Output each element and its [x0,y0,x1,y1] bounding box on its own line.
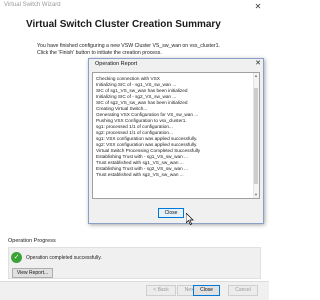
cancel-button[interactable]: Cancel [228,285,258,296]
log-line: Trust established with sg2_VS_sw_wan ... [96,172,184,177]
log-line: SIC of sg1_VS_sw_wan has been initialize… [96,88,188,93]
summary-line-1: You have finished configuring a new VSW … [37,43,220,49]
mouse-cursor-icon [186,213,194,225]
dialog-close-icon[interactable]: ✕ [253,59,263,68]
window-title: Virtual Switch Wizard [4,2,61,8]
operation-status-text: Operation completed successfully. [26,255,102,261]
log-line: SIC of sg2_VS_sw_wan has been initialize… [96,100,188,105]
back-button[interactable]: < Back [146,285,176,296]
log-line: sg1: VSX configuration was applied succe… [96,136,198,141]
log-line: Checking connection with VSX [96,76,160,81]
log-line: sg1: processed 1/1 of configuration... [96,124,173,129]
log-line: sg2: processed 1/1 of configuration... [96,130,173,135]
scroll-down-arrow-icon[interactable]: ▼ [253,192,259,198]
log-line: Pushing VSX Configuration to vsx_cluster… [96,118,187,123]
scroll-thumb[interactable] [254,88,258,184]
log-line: Initializing SIC of - sg1_VS_sw_wan ... [96,82,177,87]
close-button[interactable]: Close [193,285,220,296]
log-line: Creating Virtual Switch... [96,106,148,111]
log-line: Establishing Trust with - sg2_VS_sw_wan … [96,166,188,171]
log-line: sg2: VSX configuration was applied succe… [96,142,198,147]
wizard-window: Virtual Switch Wizard ✕ Virtual Switch C… [0,0,269,300]
operation-progress-label: Operation Progress [8,238,56,244]
title-bar: Virtual Switch Wizard ✕ [0,0,269,15]
log-line: Generating VSX Configuration for VS_sw_w… [96,112,199,117]
success-check-icon: ✓ [11,252,22,263]
log-line: Trust established with sg1_VS_sw_wan ... [96,160,184,165]
log-line: Virtual Switch Processing Completed Succ… [96,148,201,153]
dialog-close-button[interactable]: Close [158,208,184,218]
dialog-title: Operation Report [95,61,138,67]
view-report-button[interactable]: View Report... [12,268,53,278]
summary-line-2: Click the 'Finish' button to initiate th… [37,50,162,56]
log-line: Establishing Trust with - sg1_VS_sw_wan … [96,154,188,159]
page-title: Virtual Switch Cluster Creation Summary [26,19,221,30]
window-close-icon[interactable]: ✕ [252,2,264,12]
summary-description: You have finished configuring a new VSW … [37,43,267,57]
scroll-up-arrow-icon[interactable]: ▲ [253,73,259,79]
log-line: Initializing SIC of - sg2_VS_sw_wan ... [96,94,177,99]
